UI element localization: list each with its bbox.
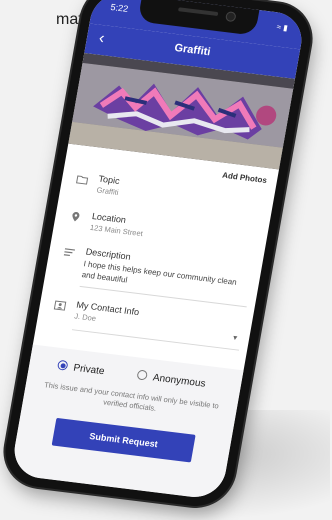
contact-divider bbox=[71, 329, 240, 351]
contact-info-value: J. Doe bbox=[73, 311, 97, 323]
status-icons: ≈ ▮ bbox=[275, 22, 289, 33]
description-lines-icon bbox=[62, 246, 76, 259]
contact-card-icon bbox=[53, 299, 67, 312]
chevron-down-icon[interactable]: ▾ bbox=[232, 333, 238, 342]
location-value: 123 Main Street bbox=[89, 222, 144, 239]
description-row[interactable]: Description I hope this helps keep our c… bbox=[51, 242, 262, 308]
contact-info-row[interactable]: My Contact Info J. Doe ▾ bbox=[42, 295, 253, 351]
topic-label: Topic bbox=[97, 173, 121, 187]
location-row[interactable]: Location 123 Main Street bbox=[57, 207, 268, 238]
speaker-grille bbox=[177, 7, 219, 17]
folder-icon bbox=[75, 173, 89, 186]
status-time: 5:22 bbox=[109, 2, 129, 14]
topic-value: Graffiti bbox=[95, 185, 120, 197]
front-camera bbox=[224, 11, 237, 23]
add-photos-link[interactable]: Add Photos bbox=[221, 171, 267, 185]
privacy-panel bbox=[9, 344, 244, 501]
description-text[interactable]: I hope this helps keep our community cle… bbox=[81, 258, 244, 299]
radio-unselected-icon bbox=[136, 369, 149, 381]
location-pin-icon bbox=[69, 210, 83, 223]
radio-selected-icon bbox=[56, 359, 69, 371]
